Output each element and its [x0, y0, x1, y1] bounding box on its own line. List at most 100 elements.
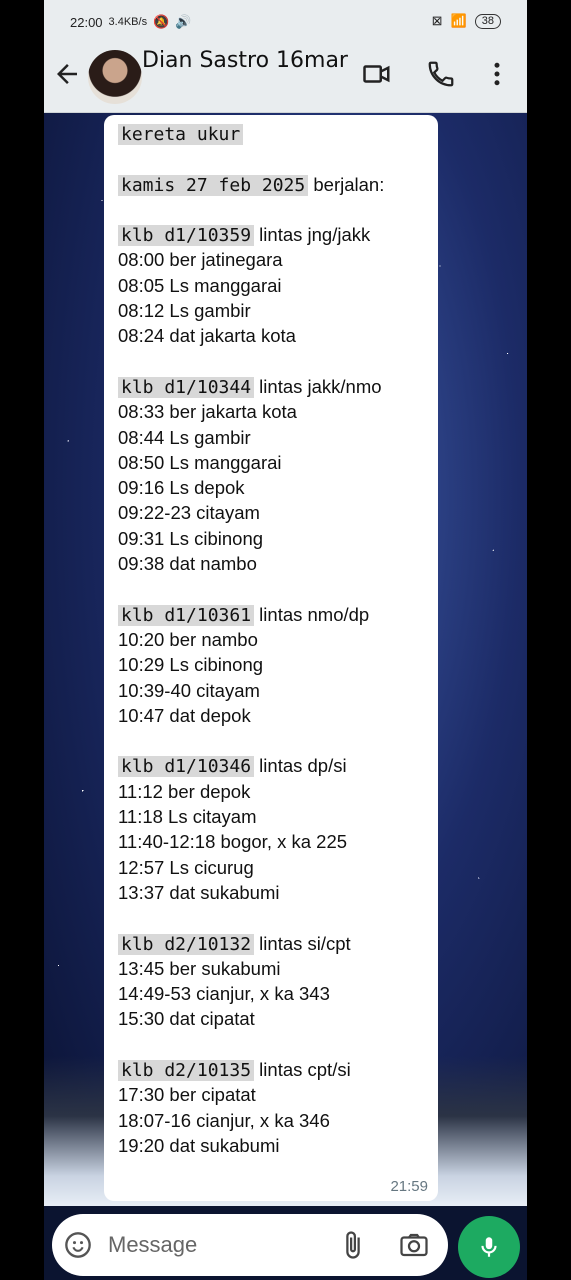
text-span: 13:45 ber sukabumi [118, 957, 281, 979]
text-span: 08:44 Ls gambir [118, 426, 251, 448]
attach-icon[interactable] [338, 1230, 368, 1260]
text-span: 12:57 Ls cicurug [118, 856, 254, 878]
text-span: 08:50 Ls manggarai [118, 451, 282, 473]
message-line [118, 146, 438, 171]
back-arrow-icon[interactable] [52, 59, 82, 89]
voice-call-icon[interactable] [426, 59, 456, 89]
message-composer: Message [52, 1214, 448, 1276]
more-options-icon[interactable] [482, 59, 512, 89]
message-line: klb d2/10135 lintas cpt/si [118, 1057, 438, 1082]
text-span: 09:22-23 citayam [118, 502, 260, 524]
message-line: klb d1/10359 lintas jng/jakk [118, 222, 438, 247]
message-line: 12:57 Ls cicurug [118, 855, 438, 880]
status-bar: 22:00 3.4KB/s 🔕 🔊 ⊠ 📶 38 [44, 0, 527, 44]
message-line [118, 576, 438, 601]
emoji-icon[interactable] [64, 1231, 92, 1259]
message-line: klb d1/10361 lintas nmo/dp [118, 602, 438, 627]
text-span: 09:31 Ls cibinong [118, 527, 264, 549]
code-span: klb d1/10359 [118, 225, 255, 247]
text-span: lintas cpt/si [254, 1058, 351, 1080]
text-span: 08:12 Ls gambir [118, 300, 251, 322]
message-line: 09:22-23 citayam [118, 500, 438, 525]
text-span: lintas nmo/dp [254, 603, 370, 625]
code-span: klb d2/10132 [118, 933, 255, 955]
text-span: 11:12 ber depok [118, 780, 251, 802]
text-span: 09:38 dat nambo [118, 553, 257, 575]
sim-icon: ⊠ [431, 13, 443, 28]
message-line: 10:29 Ls cibinong [118, 652, 438, 677]
text-span: 08:24 dat jakarta kota [118, 325, 296, 347]
message-line: 14:49-53 cianjur, x ka 343 [118, 981, 438, 1006]
text-span: 08:00 ber jatinegara [118, 249, 283, 271]
text-span: 10:39-40 citayam [118, 679, 260, 701]
contact-name[interactable]: Dian Sastro 16mar [142, 48, 348, 73]
message-input[interactable]: Message [108, 1232, 197, 1258]
wifi-icon: 📶 [450, 13, 467, 28]
battery-indicator: 38 [474, 13, 501, 29]
mic-button[interactable] [458, 1216, 520, 1278]
text-span: lintas dp/si [254, 755, 347, 777]
text-span: 10:29 Ls cibinong [118, 654, 264, 676]
network-speed: 3.4KB/s [108, 16, 148, 28]
code-span: klb d1/10344 [118, 376, 255, 398]
message-line: 09:16 Ls depok [118, 475, 438, 500]
message-line [118, 349, 438, 374]
message-line: 08:44 Ls gambir [118, 425, 438, 450]
text-span: berjalan: [308, 173, 385, 195]
volume-icon: 🔊 [175, 14, 192, 29]
message-line: klb d1/10344 lintas jakk/nmo [118, 374, 438, 399]
text-span: 13:37 dat sukabumi [118, 881, 280, 903]
message-line [118, 905, 438, 930]
text-span: 11:18 Ls citayam [118, 806, 257, 828]
text-span: 19:20 dat sukabumi [118, 1134, 280, 1156]
message-line: klb d1/10346 lintas dp/si [118, 753, 438, 778]
message-line: kereta ukur [118, 121, 438, 146]
avatar[interactable] [88, 50, 142, 104]
message-line: 11:40-12:18 bogor, x ka 225 [118, 829, 438, 854]
text-span: 14:49-53 cianjur, x ka 343 [118, 983, 330, 1005]
message-line: 08:05 Ls manggarai [118, 273, 438, 298]
text-span: 11:40-12:18 bogor, x ka 225 [118, 831, 348, 853]
text-span: 15:30 dat cipatat [118, 1008, 255, 1030]
message-line: 18:07-16 cianjur, x ka 346 [118, 1108, 438, 1133]
message-line: 08:00 ber jatinegara [118, 247, 438, 272]
message-line: 11:12 ber depok [118, 779, 438, 804]
camera-icon[interactable] [398, 1230, 430, 1260]
message-line: 15:30 dat cipatat [118, 1006, 438, 1031]
message-line: 08:12 Ls gambir [118, 298, 438, 323]
message-line: 13:45 ber sukabumi [118, 956, 438, 981]
message-line: kamis 27 feb 2025 berjalan: [118, 172, 438, 197]
message-line: klb d2/10132 lintas si/cpt [118, 931, 438, 956]
message-line: 08:33 ber jakarta kota [118, 399, 438, 424]
code-span: klb d1/10346 [118, 756, 255, 778]
text-span: 10:20 ber nambo [118, 628, 258, 650]
clock: 22:00 [70, 14, 103, 30]
message-line: 13:37 dat sukabumi [118, 880, 438, 905]
message-line: 17:30 ber cipatat [118, 1082, 438, 1107]
message-bubble[interactable]: kereta ukur kamis 27 feb 2025 berjalan: kl… [104, 115, 438, 1201]
message-timestamp: 21:59 [390, 1178, 428, 1195]
message-line: 19:20 dat sukabumi [118, 1133, 438, 1158]
message-line [118, 1032, 438, 1057]
message-text: kereta ukur kamis 27 feb 2025 berjalan: kl… [118, 121, 438, 1158]
text-span: 10:47 dat depok [118, 704, 251, 726]
video-call-icon[interactable] [362, 59, 392, 89]
message-line [118, 197, 438, 222]
text-span: lintas si/cpt [254, 932, 351, 954]
message-line: 10:47 dat depok [118, 703, 438, 728]
text-span: lintas jng/jakk [254, 224, 371, 246]
code-span: klb d1/10361 [118, 604, 255, 626]
phone-screen: 22:00 3.4KB/s 🔕 🔊 ⊠ 📶 38 Dian Sastro 16m… [44, 0, 527, 1280]
text-span: 09:16 Ls depok [118, 477, 245, 499]
text-span: 08:05 Ls manggarai [118, 274, 282, 296]
message-line: 10:39-40 citayam [118, 678, 438, 703]
text-span: lintas jakk/nmo [254, 375, 382, 397]
mute-icon: 🔕 [153, 14, 170, 29]
chat-header: Dian Sastro 16mar [44, 44, 527, 113]
message-line [118, 728, 438, 753]
message-line: 08:24 dat jakarta kota [118, 323, 438, 348]
code-span: kereta ukur [118, 124, 244, 145]
text-span: 08:33 ber jakarta kota [118, 401, 297, 423]
code-span: klb d2/10135 [118, 1059, 255, 1081]
mic-icon [481, 1237, 497, 1257]
